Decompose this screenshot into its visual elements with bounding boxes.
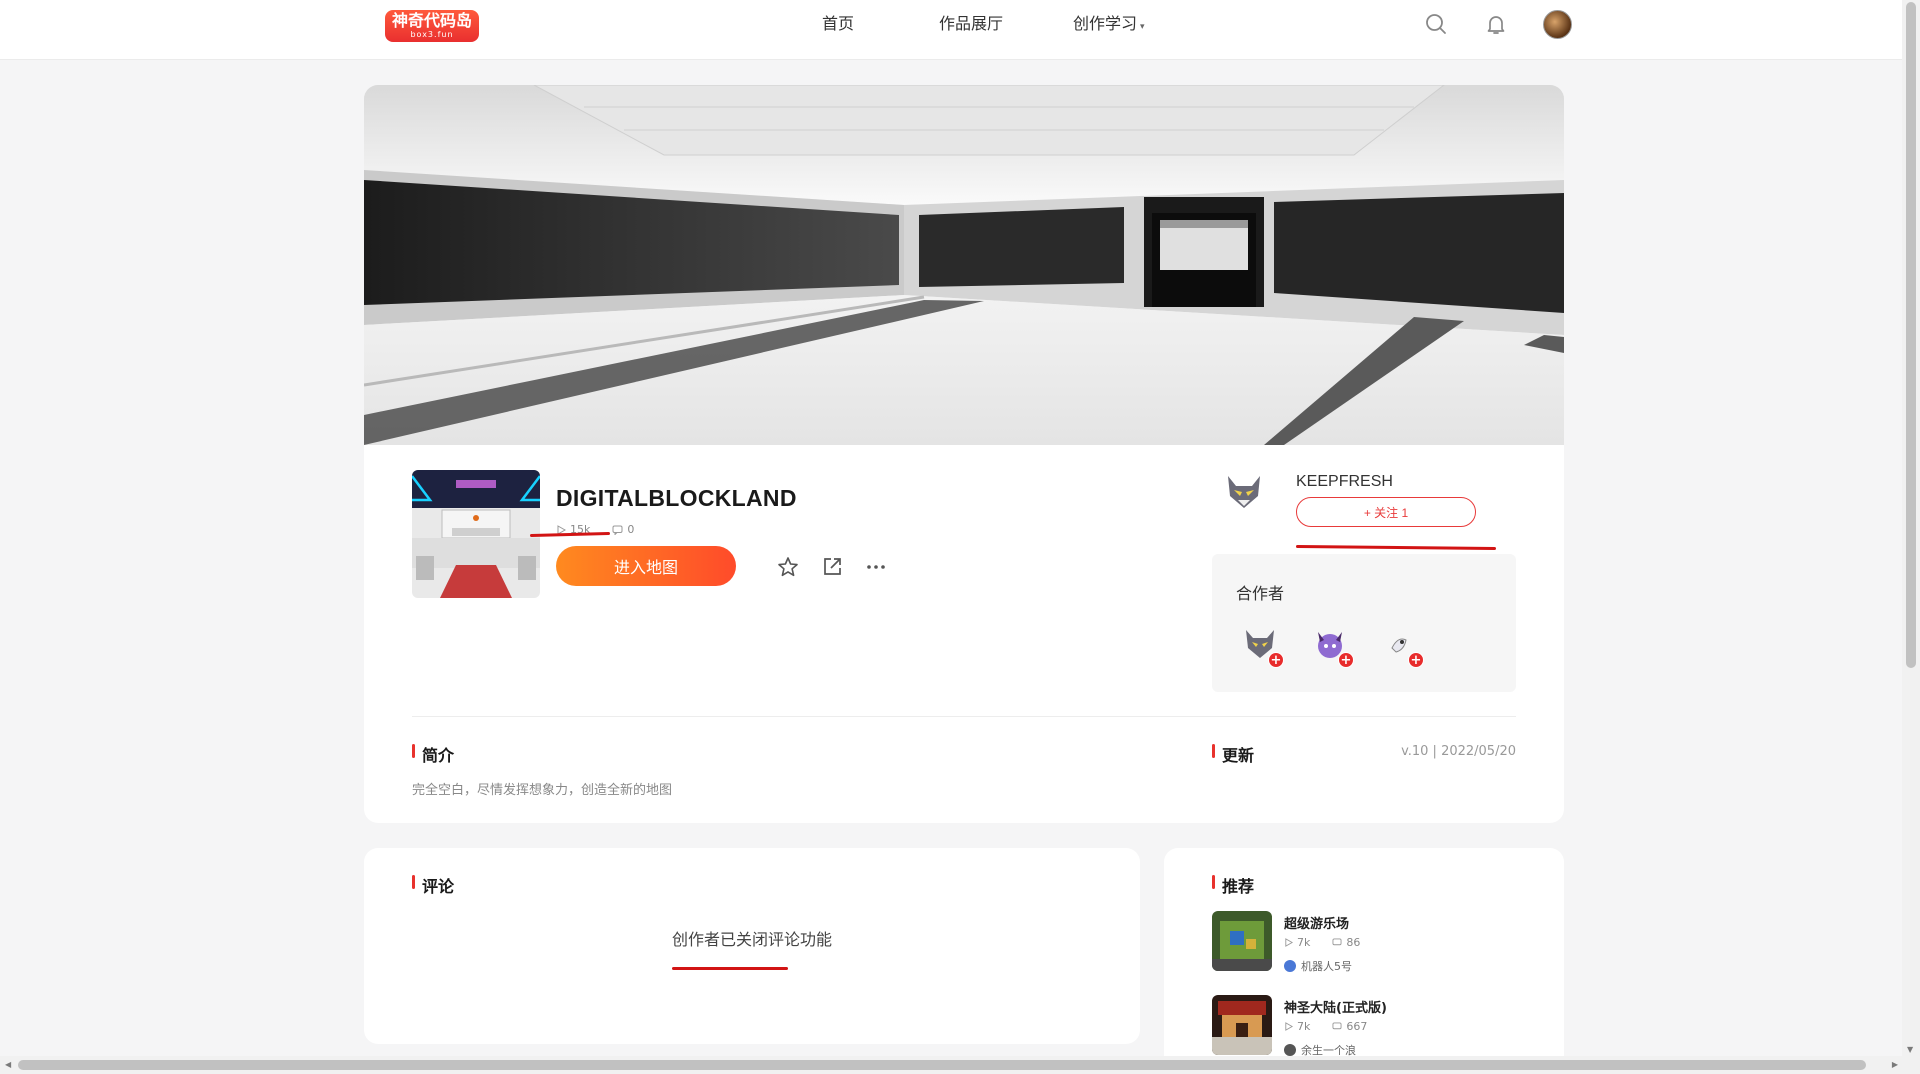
comments-card: 评论 创作者已关闭评论功能: [364, 848, 1140, 1044]
comment-count: 0: [612, 523, 634, 536]
add-icon[interactable]: +: [1338, 652, 1354, 668]
play-count: 7k: [1284, 1020, 1310, 1033]
nav-learn-label: 创作学习: [1073, 14, 1138, 33]
scroll-right-arrow-icon[interactable]: ▶: [1892, 1060, 1898, 1069]
play-count-value: 7k: [1297, 936, 1311, 949]
logo-subtext: box3.fun: [410, 30, 454, 39]
project-title: DIGITALBLOCKLAND: [556, 485, 797, 511]
recommend-stats: 7k 86: [1284, 936, 1360, 949]
recommend-thumbnail[interactable]: [1212, 995, 1272, 1055]
play-icon: [1285, 1022, 1293, 1031]
recommend-title[interactable]: 超级游乐场: [1284, 913, 1349, 932]
site-logo[interactable]: 神奇代码岛 box3.fun: [385, 10, 479, 42]
top-header: 神奇代码岛 box3.fun 首页 作品展厅 创作学习 ▾: [0, 0, 1902, 60]
comments-heading: 评论: [412, 873, 454, 897]
author-avatar[interactable]: [1222, 470, 1266, 514]
recommend-stats: 7k 667: [1284, 1020, 1367, 1033]
cat-avatar-icon: [1284, 1044, 1296, 1056]
comment-icon: [1332, 1022, 1342, 1030]
project-thumbnail: [412, 470, 540, 598]
update-version-date: v.10 | 2022/05/20: [1401, 744, 1516, 759]
collaborators-panel: 合作者 + + +: [1212, 554, 1516, 692]
update-heading: 更新: [1212, 742, 1254, 766]
comment-count: 667: [1332, 1020, 1367, 1033]
caret-down-icon: ▾: [1140, 22, 1145, 32]
scroll-left-arrow-icon[interactable]: ◀: [5, 1060, 11, 1069]
annotation-underline: [529, 531, 611, 538]
recommend-heading: 推荐: [1212, 873, 1254, 897]
recommend-author-name: 机器人5号: [1301, 960, 1352, 973]
collaborator-avatar[interactable]: +: [1312, 626, 1354, 668]
nav-gallery[interactable]: 作品展厅: [939, 10, 1003, 34]
nav-home[interactable]: 首页: [822, 10, 854, 34]
logo-text: 神奇代码岛: [391, 11, 472, 30]
star-icon[interactable]: [776, 555, 800, 579]
comment-count-value: 0: [627, 523, 635, 536]
follow-button[interactable]: + 关注 1: [1296, 497, 1476, 527]
collaborator-avatar[interactable]: +: [1382, 626, 1424, 668]
recommend-item[interactable]: 超级游乐场 7k 86 机器人5号: [1212, 911, 1532, 975]
intro-text: 完全空白，尽情发挥想象力，创造全新的地图: [412, 783, 673, 798]
intro-heading: 简介: [412, 742, 454, 766]
add-icon[interactable]: +: [1408, 652, 1424, 668]
add-icon[interactable]: +: [1268, 652, 1284, 668]
recommend-card: 推荐 超级游乐场 7k 86 机器人5号 神圣大陆(正式版) 7k 667 余生…: [1164, 848, 1564, 1074]
search-icon[interactable]: [1424, 12, 1448, 36]
bell-icon[interactable]: [1484, 12, 1508, 36]
project-card: DIGITALBLOCKLAND 15k 0 进入地图 KEEPFRESH + …: [364, 85, 1564, 823]
comment-icon: [1332, 938, 1342, 946]
more-icon[interactable]: [864, 555, 888, 579]
comment-icon: [612, 525, 623, 535]
recommend-title[interactable]: 神圣大陆(正式版): [1284, 997, 1387, 1016]
play-count-value: 7k: [1297, 1020, 1311, 1033]
logo-mark: 神奇代码岛 box3.fun: [385, 10, 479, 42]
annotation-underline: [672, 967, 788, 970]
share-icon[interactable]: [820, 555, 844, 579]
vertical-scrollbar[interactable]: ▼: [1902, 0, 1920, 1056]
play-icon: [1285, 938, 1293, 947]
play-count: 7k: [1284, 936, 1310, 949]
author-name[interactable]: KEEPFRESH: [1296, 473, 1393, 491]
comment-count-value: 86: [1346, 936, 1361, 949]
comments-disabled-text: 创作者已关闭评论功能: [671, 930, 832, 949]
comment-count-value: 667: [1346, 1020, 1368, 1033]
vertical-scrollbar-thumb[interactable]: [1906, 2, 1916, 668]
enter-map-button[interactable]: 进入地图: [556, 546, 736, 586]
section-divider: [412, 716, 1516, 717]
robot-avatar-icon: [1284, 960, 1296, 972]
nav-learn[interactable]: 创作学习 ▾: [1073, 10, 1145, 34]
horizontal-scrollbar-thumb[interactable]: [18, 1060, 1866, 1070]
collaborator-avatar[interactable]: +: [1242, 626, 1284, 668]
recommend-author[interactable]: 机器人5号: [1284, 958, 1352, 974]
user-avatar[interactable]: [1543, 10, 1572, 39]
collaborators-label: 合作者: [1236, 584, 1285, 603]
scroll-down-arrow-icon[interactable]: ▼: [1907, 1045, 1913, 1054]
project-banner-image: [364, 85, 1564, 445]
comment-count: 86: [1332, 936, 1360, 949]
recommend-thumbnail[interactable]: [1212, 911, 1272, 971]
annotation-underline: [1295, 544, 1497, 551]
horizontal-scrollbar[interactable]: ◀ ▶: [0, 1056, 1920, 1074]
recommend-item[interactable]: 神圣大陆(正式版) 7k 667 余生一个浪: [1212, 995, 1532, 1059]
